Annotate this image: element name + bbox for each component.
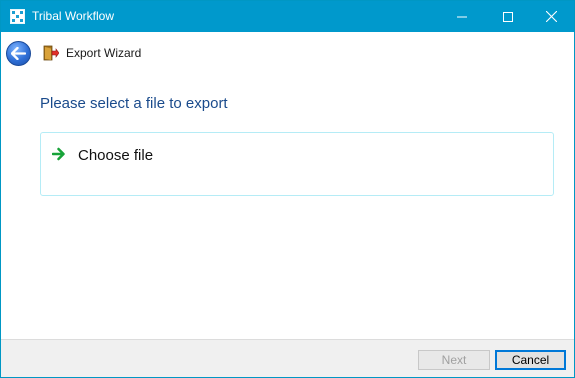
cancel-button[interactable]: Cancel: [495, 350, 566, 370]
footer-bar: Next Cancel: [1, 339, 574, 377]
wizard-title: Export Wizard: [66, 46, 142, 60]
export-wizard-window: Tribal Workflow Export Wizard Please sel…: [0, 0, 575, 378]
choose-file-label: Choose file: [78, 147, 154, 164]
close-button[interactable]: [528, 1, 574, 32]
page-title: Please select a file to export: [40, 95, 228, 112]
choose-file-option[interactable]: Choose file: [40, 132, 554, 196]
back-button[interactable]: [6, 41, 31, 66]
export-door-icon: [43, 45, 59, 61]
close-icon: [545, 11, 557, 22]
minimize-icon: [457, 16, 467, 17]
title-bar[interactable]: Tribal Workflow: [1, 1, 574, 32]
maximize-icon: [503, 11, 513, 22]
app-icon: [10, 9, 25, 24]
maximize-button[interactable]: [485, 1, 531, 32]
window-title: Tribal Workflow: [32, 9, 115, 23]
green-arrow-right-icon: [52, 147, 65, 161]
next-button[interactable]: Next: [418, 350, 490, 370]
back-arrow-icon: [11, 47, 26, 60]
minimize-button[interactable]: [439, 1, 485, 32]
